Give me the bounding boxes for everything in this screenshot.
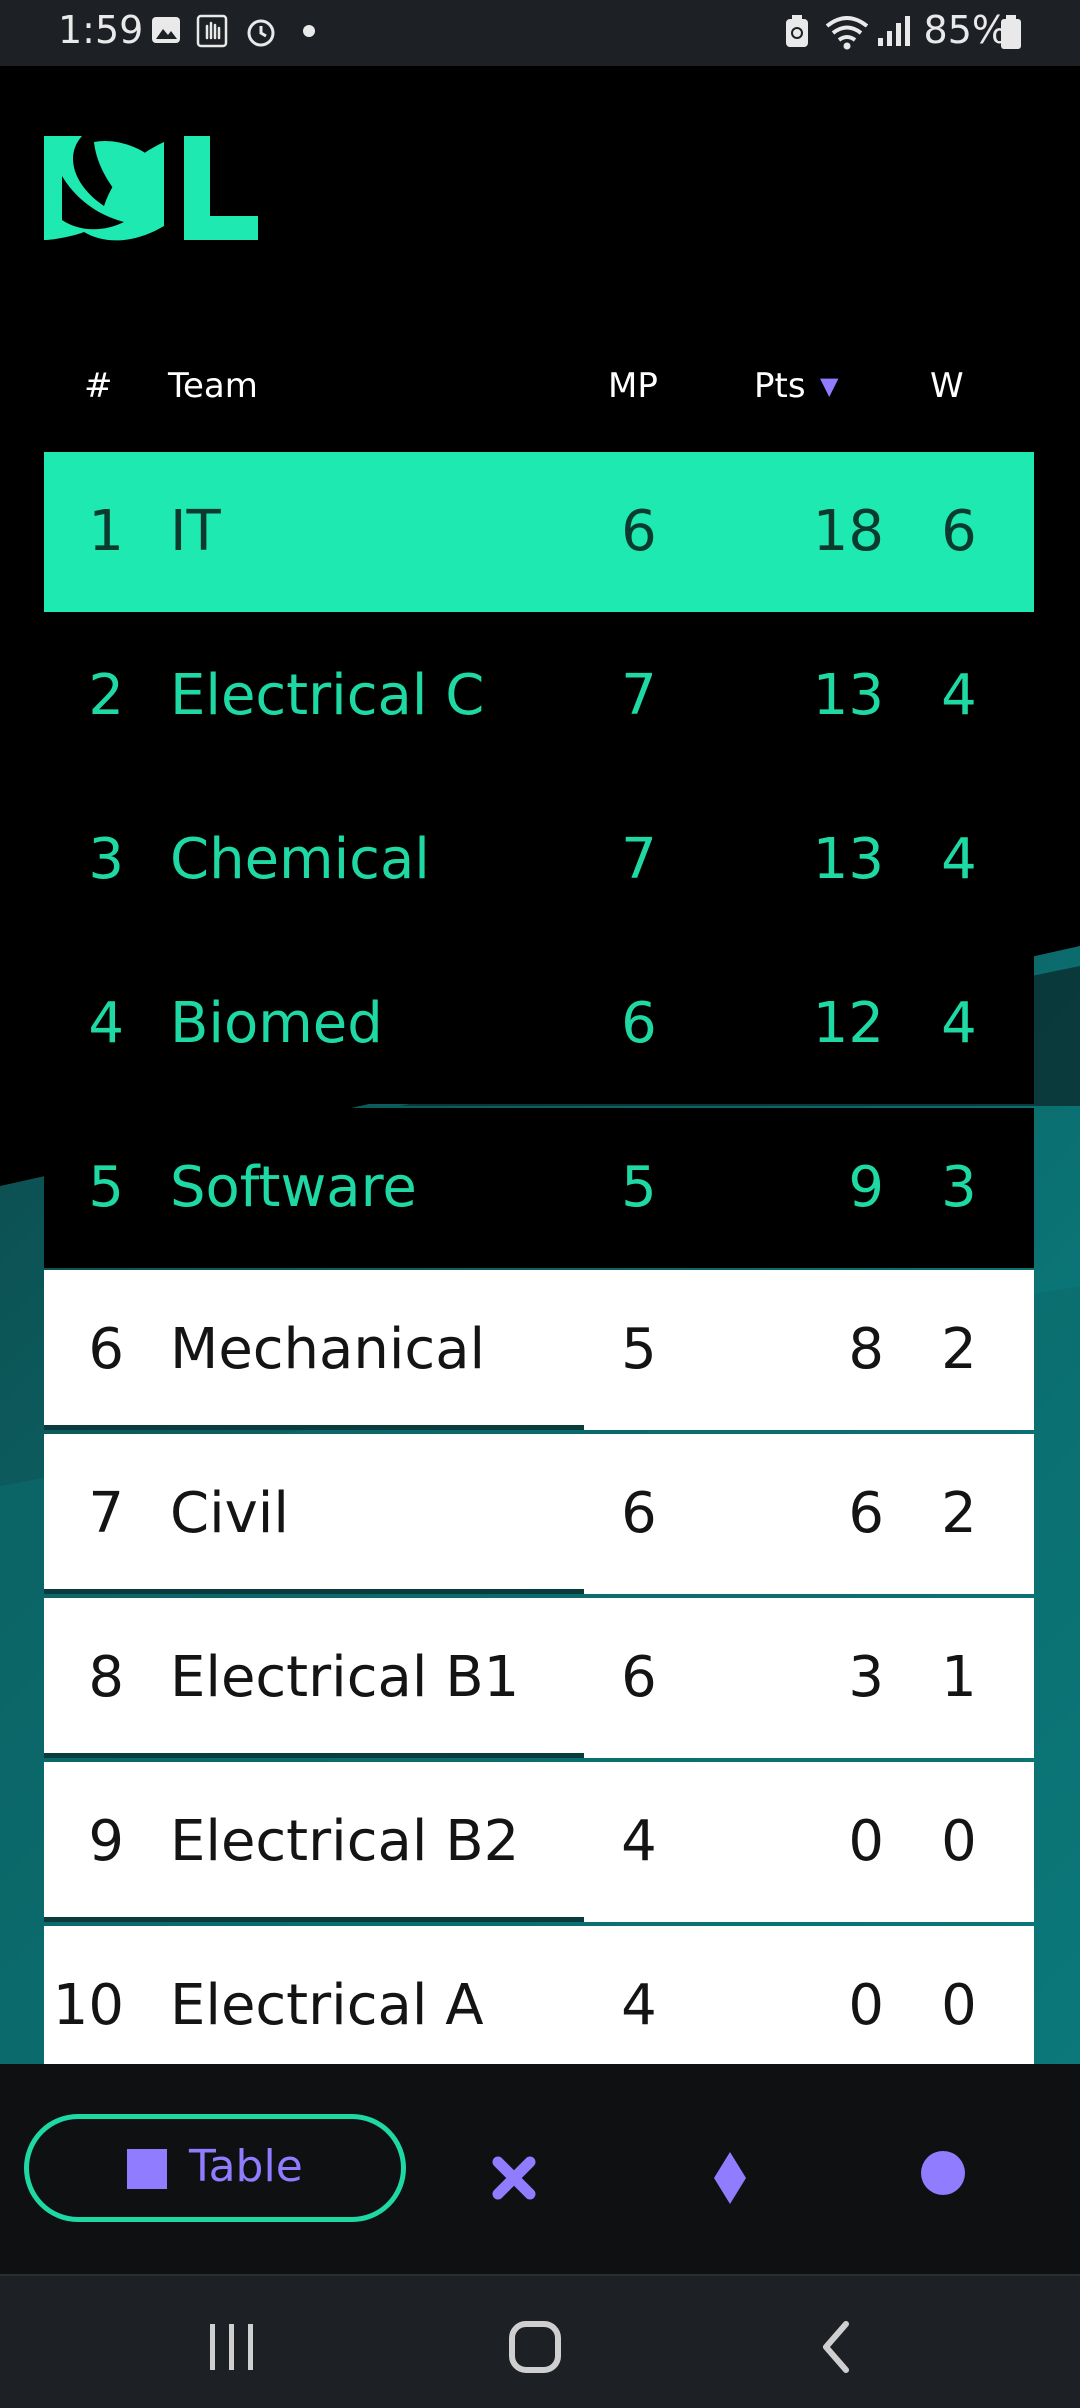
row-rank: 10 — [52, 1973, 124, 2038]
row-divider — [44, 1589, 584, 1594]
row-mp: 4 — [621, 1973, 657, 2038]
row-rank: 7 — [88, 1481, 124, 1546]
battery-saver-icon — [786, 15, 808, 47]
row-rank: 3 — [88, 827, 124, 892]
row-rank: 8 — [88, 1645, 124, 1710]
row-pts: 18 — [812, 499, 884, 564]
table-row[interactable]: 8 Electrical B1 6 3 1 — [44, 1598, 1034, 1758]
back-icon[interactable] — [818, 2320, 854, 2374]
square-icon — [127, 2149, 167, 2189]
row-w: 4 — [941, 663, 977, 728]
hand-icon — [196, 14, 228, 48]
row-mp: 6 — [621, 1481, 657, 1546]
header-team[interactable]: Team — [168, 366, 258, 406]
row-pts: 12 — [812, 991, 884, 1056]
row-rank: 6 — [88, 1317, 124, 1382]
row-pts: 13 — [812, 827, 884, 892]
row-team: Electrical C — [170, 663, 485, 728]
row-team: Electrical B1 — [170, 1645, 520, 1710]
sort-desc-icon: ▼ — [820, 372, 839, 400]
row-w: 4 — [941, 827, 977, 892]
row-pts: 6 — [848, 1481, 884, 1546]
row-mp: 4 — [621, 1809, 657, 1874]
row-team: Civil — [170, 1481, 289, 1546]
row-pts: 0 — [848, 1973, 884, 2038]
row-w: 1 — [941, 1645, 977, 1710]
table-row[interactable]: 3 Chemical 7 13 4 — [44, 780, 1034, 940]
row-rank: 4 — [88, 991, 124, 1056]
row-mp: 5 — [621, 1317, 657, 1382]
standings-screen: # Team MP Pts ▼ W 1 IT 6 18 6 2 Electric… — [0, 66, 1080, 2064]
recent-apps-icon[interactable] — [206, 2322, 258, 2372]
table-row[interactable]: 7 Civil 6 6 2 — [44, 1434, 1034, 1594]
row-pts: 9 — [848, 1155, 884, 1220]
row-pts: 8 — [848, 1317, 884, 1382]
row-pts: 0 — [848, 1809, 884, 1874]
row-rank: 9 — [88, 1809, 124, 1874]
row-pts: 3 — [848, 1645, 884, 1710]
row-team: Chemical — [170, 827, 430, 892]
circle-icon[interactable] — [920, 2150, 966, 2196]
table-row[interactable]: 9 Electrical B2 4 0 0 — [44, 1762, 1034, 1922]
cross-icon[interactable] — [490, 2154, 538, 2202]
row-w: 0 — [941, 1809, 977, 1874]
row-pts: 13 — [812, 663, 884, 728]
table-row[interactable]: 6 Mechanical 5 8 2 — [44, 1270, 1034, 1430]
row-mp: 5 — [621, 1155, 657, 1220]
header-pts[interactable]: Pts — [754, 366, 806, 406]
battery-icon — [1001, 15, 1021, 49]
row-w: 3 — [941, 1155, 977, 1220]
tab-table[interactable]: Table — [24, 2114, 406, 2222]
table-row[interactable]: 1 IT 6 18 6 — [44, 452, 1034, 612]
image-icon — [152, 17, 180, 43]
header-mp[interactable]: MP — [608, 366, 658, 406]
row-mp: 7 — [621, 827, 657, 892]
row-team: Biomed — [170, 991, 383, 1056]
system-navigation-bar — [0, 2276, 1080, 2408]
row-w: 0 — [941, 1973, 977, 2038]
row-w: 4 — [941, 991, 977, 1056]
row-w: 2 — [941, 1481, 977, 1546]
table-row[interactable]: 5 Software 5 9 3 — [44, 1108, 1034, 1268]
header-w[interactable]: W — [930, 366, 964, 406]
row-w: 6 — [941, 499, 977, 564]
row-rank: 1 — [88, 499, 124, 564]
table-row[interactable]: 10 Electrical A 4 0 0 — [44, 1926, 1034, 2064]
table-header: # Team MP Pts ▼ W — [44, 366, 1034, 426]
row-mp: 6 — [621, 991, 657, 1056]
signal-icon — [878, 16, 910, 46]
row-mp: 7 — [621, 663, 657, 728]
row-team: IT — [170, 499, 221, 564]
row-team: Software — [170, 1155, 417, 1220]
status-time: 1:59 — [58, 8, 144, 52]
battery-percentage: 85% — [923, 8, 1008, 52]
header-rank[interactable]: # — [84, 366, 113, 406]
status-bar: 1:59 85% — [0, 0, 1080, 66]
tab-table-label: Table — [189, 2141, 303, 2192]
row-w: 2 — [941, 1317, 977, 1382]
alarm-icon — [247, 19, 275, 47]
row-team: Mechanical — [170, 1317, 486, 1382]
row-rank: 2 — [88, 663, 124, 728]
row-mp: 6 — [621, 1645, 657, 1710]
wifi-icon — [825, 16, 869, 50]
row-mp: 6 — [621, 499, 657, 564]
table-row[interactable]: 4 Biomed 6 12 4 — [44, 944, 1034, 1104]
diamond-icon[interactable] — [710, 2148, 750, 2208]
row-rank: 5 — [88, 1155, 124, 1220]
league-logo — [44, 136, 258, 241]
row-background — [44, 1434, 584, 1594]
table-row[interactable]: 2 Electrical C 7 13 4 — [44, 616, 1034, 776]
dot-icon — [303, 25, 315, 37]
bottom-tab-bar: Table — [0, 2064, 1080, 2276]
row-team: Electrical B2 — [170, 1809, 520, 1874]
home-icon[interactable] — [508, 2320, 562, 2374]
row-team: Electrical A — [170, 1973, 484, 2038]
